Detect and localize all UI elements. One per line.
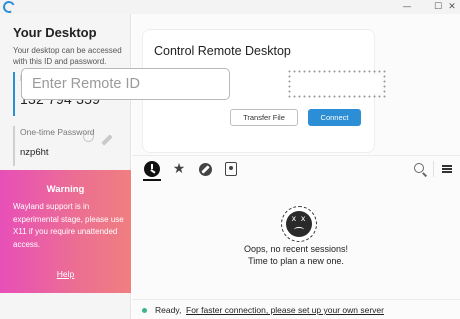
star-icon: ★ xyxy=(172,161,186,177)
tabs-divider xyxy=(132,155,460,156)
empty-sessions-message: Oops, no recent sessions! Time to plan a… xyxy=(132,243,460,267)
dotted-overlay-fill xyxy=(293,75,381,93)
tab-address-book[interactable] xyxy=(222,160,240,178)
minimize-button[interactable]: — xyxy=(397,0,417,14)
help-link[interactable]: Help xyxy=(0,269,131,279)
search-icon[interactable] xyxy=(414,163,424,173)
refresh-icon[interactable] xyxy=(83,131,94,142)
your-desktop-description: Your desktop can be accessed with this I… xyxy=(13,46,122,66)
status-divider xyxy=(132,299,460,300)
app-logo-icon xyxy=(1,0,17,15)
tab-recent-sessions[interactable] xyxy=(143,160,161,181)
warning-text: Wayland support is in experimental stage… xyxy=(13,202,124,249)
empty-line-1: Oops, no recent sessions! xyxy=(243,244,349,254)
list-view-icon[interactable] xyxy=(442,165,452,173)
clock-icon xyxy=(144,161,160,177)
transfer-file-button[interactable]: Transfer File xyxy=(230,109,298,126)
status-indicator xyxy=(142,308,147,313)
connect-button[interactable]: Connect xyxy=(308,109,361,126)
server-setup-link[interactable]: For faster connection, please set up you… xyxy=(186,305,384,315)
password-field[interactable]: One-time Password nzp6ht xyxy=(13,126,123,166)
toolbar-separator xyxy=(433,161,434,177)
compass-icon xyxy=(198,162,212,176)
address-book-icon xyxy=(225,162,237,176)
control-remote-title: Control Remote Desktop xyxy=(154,44,291,58)
tab-favorites[interactable]: ★ xyxy=(170,160,188,178)
close-button[interactable]: ✕ xyxy=(442,0,460,14)
tab-discovered[interactable] xyxy=(196,160,214,178)
your-desktop-title: Your Desktop xyxy=(13,25,97,40)
warning-title: Warning xyxy=(46,184,85,195)
wayland-warning: Warning Wayland support is in experiment… xyxy=(0,170,131,293)
empty-line-2: Time to plan a new one. xyxy=(248,256,344,266)
password-value[interactable]: nzp6ht xyxy=(20,147,123,158)
empty-face-icon xyxy=(281,206,317,242)
remote-id-input[interactable]: Enter Remote ID xyxy=(21,68,230,100)
status-ready-text: Ready, xyxy=(155,305,182,315)
title-bar: — ☐ ✕ xyxy=(0,0,460,15)
